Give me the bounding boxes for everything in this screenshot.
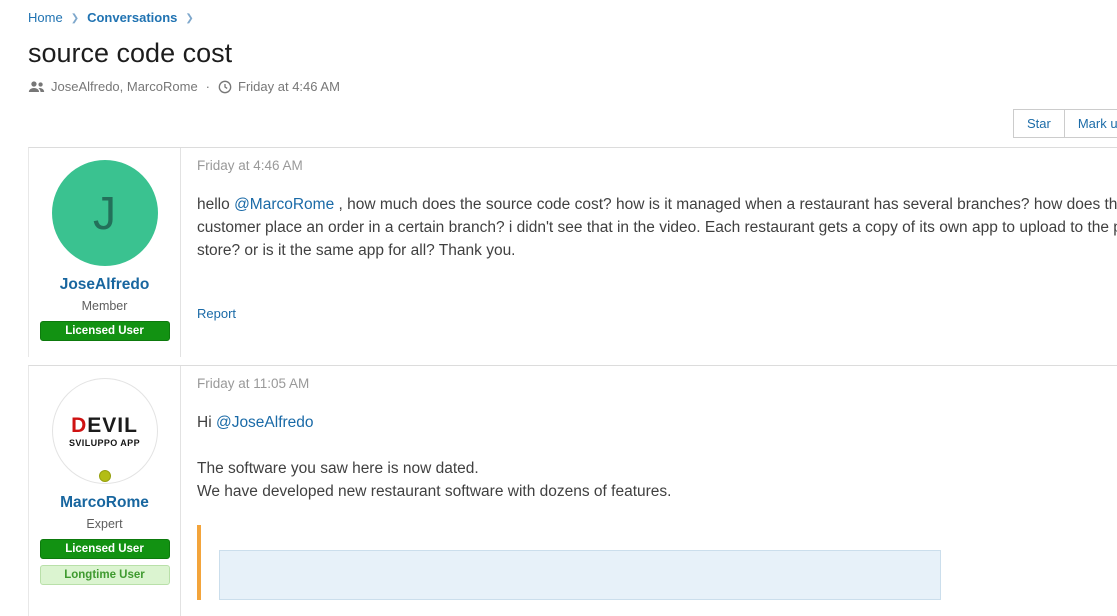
post-marcorome: DEVIL SVILUPPO APP MarcoRome Expert Lice…	[28, 365, 1117, 616]
author-panel: J JoseAlfredo Member Licensed User	[29, 148, 181, 357]
mark-unread-button[interactable]: Mark unread	[1064, 109, 1117, 138]
page-title: source code cost	[28, 38, 1089, 69]
post-josealfredo: J JoseAlfredo Member Licensed User Frida…	[28, 147, 1117, 357]
post-footer: Report Like	[197, 304, 1117, 322]
devil-logo: DEVIL	[71, 415, 138, 436]
message-text: Hi	[197, 414, 216, 431]
licensed-user-banner: Licensed User	[40, 539, 170, 559]
licensed-user-banner: Licensed User	[40, 321, 170, 341]
star-button[interactable]: Star	[1013, 109, 1065, 138]
message-text: hello	[197, 196, 234, 213]
thread-timestamp: Friday at 4:46 AM	[238, 79, 340, 94]
thread-participants: JoseAlfredo, MarcoRome	[51, 79, 198, 94]
quote-block	[197, 525, 1117, 600]
post-message: Hi @JoseAlfredo The software you saw her…	[197, 411, 1117, 503]
meta-separator: ·	[206, 79, 210, 94]
report-link[interactable]: Report	[197, 306, 236, 321]
author-panel: DEVIL SVILUPPO APP MarcoRome Expert Lice…	[29, 366, 181, 616]
avatar[interactable]: J	[52, 160, 158, 266]
clock-icon	[218, 80, 232, 94]
mention-link[interactable]: @JoseAlfredo	[216, 414, 314, 431]
post-timestamp[interactable]: Friday at 11:05 AM	[197, 376, 1117, 391]
online-status-icon	[99, 470, 111, 482]
message-text: , how much does the source code cost? ho…	[197, 196, 1117, 259]
chevron-right-icon: ❯	[71, 13, 79, 24]
quoted-content[interactable]	[219, 550, 941, 600]
post-timestamp[interactable]: Friday at 4:46 AM	[197, 158, 1117, 173]
thread-meta: JoseAlfredo, MarcoRome · Friday at 4:46 …	[28, 79, 1089, 94]
devil-logo-subtitle: SVILUPPO APP	[69, 438, 140, 448]
username-link[interactable]: MarcoRome	[60, 494, 149, 512]
conversation-thread: J JoseAlfredo Member Licensed User Frida…	[28, 147, 1117, 616]
user-role: Expert	[86, 517, 122, 531]
chevron-right-icon: ❯	[185, 13, 193, 24]
user-role: Member	[82, 299, 128, 313]
participants-icon	[28, 80, 45, 93]
mention-link[interactable]: @MarcoRome	[234, 196, 334, 213]
avatar-initial: J	[93, 186, 116, 240]
message-text: We have developed new restaurant softwar…	[197, 480, 1117, 503]
post-content: Friday at 4:46 AM hello @MarcoRome , how…	[181, 148, 1117, 357]
page-header: Home ❯ Conversations ❯ source code cost …	[0, 0, 1117, 94]
thread-actions: Star Mark unread	[1014, 109, 1117, 138]
longtime-user-banner: Longtime User	[40, 565, 170, 585]
message-text: The software you saw here is now dated.	[197, 457, 1117, 480]
post-content: Friday at 11:05 AM Hi @JoseAlfredo The s…	[181, 366, 1117, 616]
breadcrumb-conversations[interactable]: Conversations	[87, 10, 177, 25]
breadcrumb-home[interactable]: Home	[28, 10, 63, 25]
post-message: hello @MarcoRome , how much does the sou…	[197, 193, 1117, 262]
username-link[interactable]: JoseAlfredo	[60, 276, 150, 294]
avatar[interactable]: DEVIL SVILUPPO APP	[52, 378, 158, 484]
breadcrumb: Home ❯ Conversations ❯	[28, 10, 1089, 25]
